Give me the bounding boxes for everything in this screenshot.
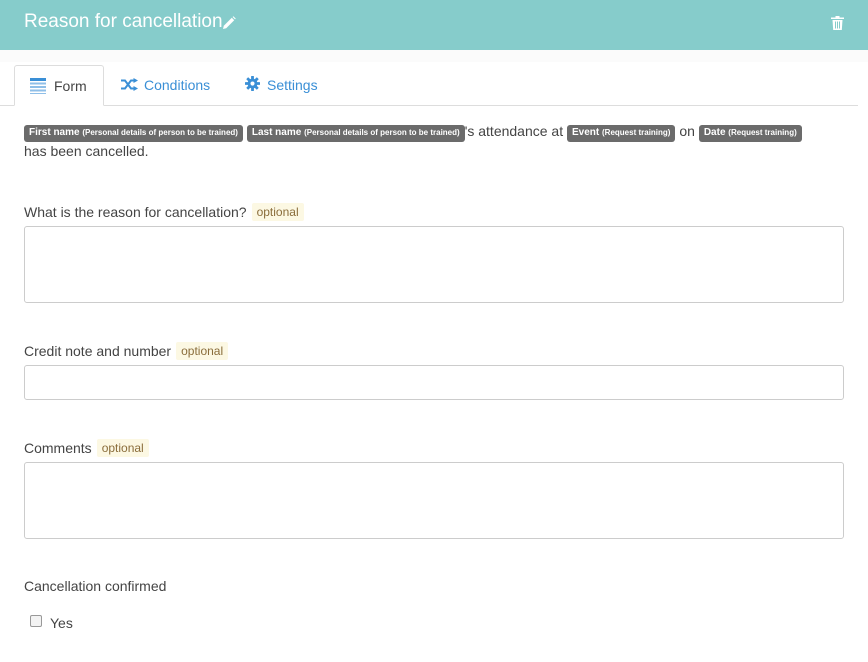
optional-badge: optional (176, 342, 229, 360)
comments-label: Comments optional (24, 439, 149, 457)
tab-settings-label: Settings (267, 77, 318, 93)
credit-note-input[interactable] (24, 365, 844, 400)
shuffle-icon (121, 78, 138, 91)
merge-field-first-name: First name (Personal details of person t… (24, 125, 243, 142)
section-title: Reason for cancellation (24, 11, 223, 32)
optional-badge: optional (251, 203, 304, 221)
tab-conditions-label: Conditions (144, 77, 211, 93)
intro-text-on: on (679, 123, 695, 139)
merge-field-date: Date (Request training) (698, 125, 802, 142)
trash-icon[interactable] (831, 16, 844, 30)
confirmed-yes-label[interactable]: Yes (50, 615, 73, 631)
gear-icon (245, 76, 260, 91)
list-icon (30, 78, 46, 94)
reason-label: What is the reason for cancellation? opti… (24, 203, 304, 221)
tab-form[interactable]: Form (14, 65, 104, 106)
optional-badge: optional (96, 439, 149, 457)
intro-text: First name (Personal details of person t… (24, 122, 854, 161)
tab-settings[interactable]: Settings (245, 65, 335, 106)
merge-field-last-name: Last name (Personal details of person to… (246, 125, 465, 142)
tab-conditions[interactable]: Conditions (121, 65, 221, 106)
reason-textarea[interactable] (24, 226, 844, 303)
tabbar-background (0, 50, 868, 62)
pencil-icon[interactable] (221, 15, 237, 31)
section-header: Reason for cancellation (0, 0, 868, 50)
comments-textarea[interactable] (24, 462, 844, 539)
confirmed-checkbox[interactable] (30, 615, 42, 627)
intro-text-cancelled: has been cancelled. (24, 143, 149, 159)
tab-form-label: Form (54, 78, 87, 94)
cancellation-confirmed-label: Cancellation confirmed (24, 578, 167, 594)
merge-field-event: Event (Request training) (567, 125, 676, 142)
intro-text-attendance: 's attendance at (464, 123, 564, 139)
credit-note-label: Credit note and number optional (24, 342, 229, 360)
